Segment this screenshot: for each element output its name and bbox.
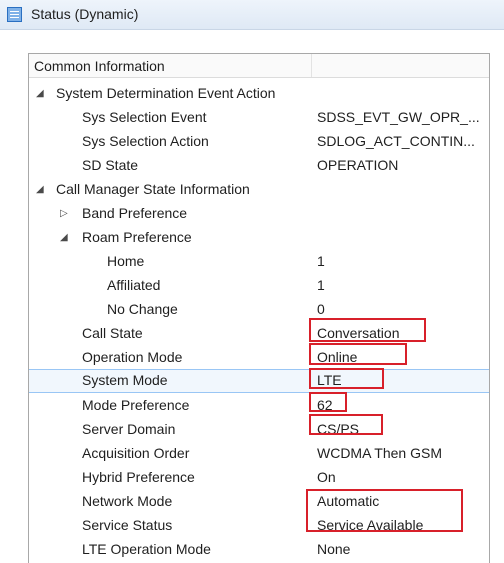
field-name: Server Domain — [82, 421, 176, 437]
tree-row-home[interactable]: Home 1 — [29, 250, 489, 274]
field-value: None — [317, 541, 351, 557]
tree-row-system-mode[interactable]: System Mode LTE — [29, 369, 489, 393]
tree-node-call-manager[interactable]: ◢ Call Manager State Information — [29, 178, 489, 202]
window-icon — [7, 7, 22, 22]
tree-row-hybrid-preference[interactable]: Hybrid Preference On — [29, 466, 489, 490]
tree-node-label: Call Manager State Information — [56, 181, 250, 197]
tree-node-label: Roam Preference — [82, 229, 192, 245]
expanded-triangle-icon[interactable]: ◢ — [60, 232, 68, 244]
title-bar: Status (Dynamic) — [0, 0, 504, 30]
field-name: Home — [107, 253, 145, 269]
field-name: SD State — [82, 157, 139, 173]
highlight-box-operation-mode — [309, 343, 407, 365]
highlight-box-mode-preference — [309, 392, 347, 412]
field-name: Service Status — [82, 517, 173, 533]
field-value: 1 — [317, 253, 325, 269]
field-value: SDLOG_ACT_CONTIN... — [317, 133, 475, 149]
field-name: Operation Mode — [82, 349, 183, 365]
field-name: Call State — [82, 325, 143, 341]
field-name: Mode Preference — [82, 397, 190, 413]
field-value: SDSS_EVT_GW_OPR_... — [317, 109, 480, 125]
tree-node-system-determination[interactable]: ◢ System Determination Event Action — [29, 82, 489, 106]
highlight-box-network-service — [306, 489, 463, 532]
tree-row-acquisition-order[interactable]: Acquisition Order WCDMA Then GSM — [29, 442, 489, 466]
tree-row-sys-selection-action[interactable]: Sys Selection Action SDLOG_ACT_CONTIN... — [29, 130, 489, 154]
highlight-box-system-mode — [309, 368, 384, 389]
tree-row-affiliated[interactable]: Affiliated 1 — [29, 274, 489, 298]
tree-row-operation-mode[interactable]: Operation Mode Online — [29, 346, 489, 370]
field-value: OPERATION — [317, 157, 399, 173]
highlight-box-call-state — [309, 318, 426, 342]
tree-row-sys-selection-event[interactable]: Sys Selection Event SDSS_EVT_GW_OPR_... — [29, 106, 489, 130]
field-name: Acquisition Order — [82, 445, 190, 461]
tree-node-label: System Determination Event Action — [56, 85, 276, 101]
tree-row-server-domain[interactable]: Server Domain CS/PS — [29, 418, 489, 442]
tree-node-band-preference[interactable]: ▷ Band Preference — [29, 202, 489, 226]
window-title: Status (Dynamic) — [31, 6, 139, 22]
column-header-label: Common Information — [34, 58, 165, 74]
column-header-row: Common Information — [29, 54, 489, 78]
expanded-triangle-icon[interactable]: ◢ — [36, 184, 44, 196]
field-name: System Mode — [82, 372, 168, 388]
tree-row-lte-operation-mode[interactable]: LTE Operation Mode None — [29, 538, 489, 562]
field-name: LTE Operation Mode — [82, 541, 211, 557]
column-header-common-information[interactable]: Common Information — [29, 54, 312, 77]
tree-row-sd-state[interactable]: SD State OPERATION — [29, 154, 489, 178]
tree-node-label: Band Preference — [82, 205, 188, 221]
field-name: Sys Selection Event — [82, 109, 207, 125]
highlight-box-server-domain — [309, 414, 383, 435]
expanded-triangle-icon[interactable]: ◢ — [36, 88, 44, 100]
field-value: 0 — [317, 301, 325, 317]
field-name: Sys Selection Action — [82, 133, 209, 149]
status-tree-table: Common Information ◢ System Determinatio… — [28, 53, 490, 563]
field-name: No Change — [107, 301, 178, 317]
field-value: 1 — [317, 277, 325, 293]
field-value: WCDMA Then GSM — [317, 445, 442, 461]
field-name: Network Mode — [82, 493, 173, 509]
tree-row-mode-preference[interactable]: Mode Preference 62 — [29, 394, 489, 418]
field-name: Hybrid Preference — [82, 469, 195, 485]
collapsed-triangle-icon[interactable]: ▷ — [60, 208, 68, 220]
tree-node-roam-preference[interactable]: ◢ Roam Preference — [29, 226, 489, 250]
field-value: On — [317, 469, 336, 485]
field-name: Affiliated — [107, 277, 161, 293]
